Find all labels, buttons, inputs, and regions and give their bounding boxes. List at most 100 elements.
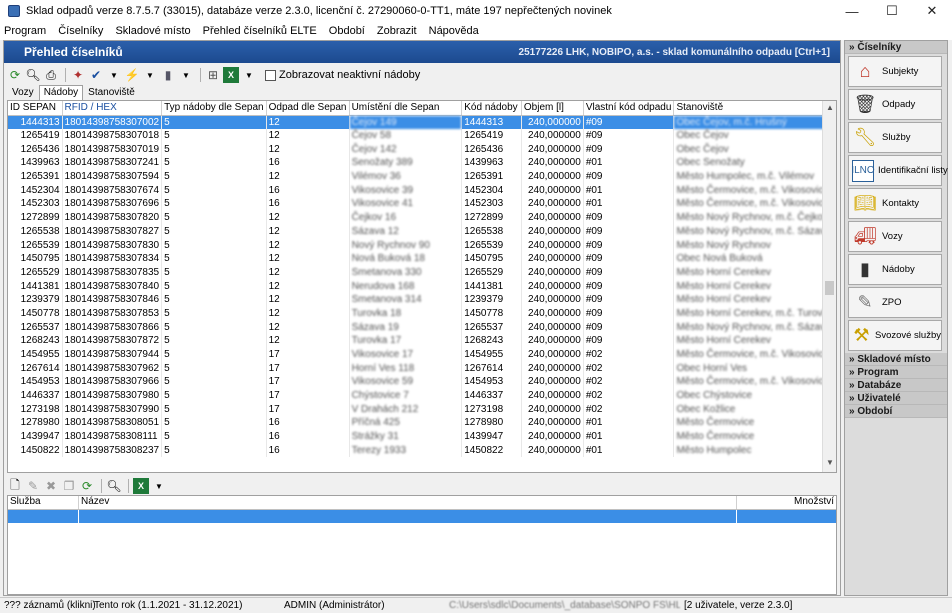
section-databaze[interactable]: » Databáze [845,379,947,392]
section-ciselniky[interactable]: » Číselníky [845,41,947,54]
table-cell: 1278980 [461,416,522,430]
nav-subjekty[interactable]: ⌂ Subjekty [848,56,942,87]
minimize-button[interactable]: — [832,0,872,22]
search-icon[interactable]: 🔍︎ [106,478,122,494]
table-row[interactable]: 1265539 18014398758307830 5 12 Nový Rychnov … [8,238,836,252]
excel-icon[interactable]: X [133,478,149,494]
tab-nadoby[interactable]: Nádoby [38,85,84,100]
bin-icon[interactable]: ▮ [160,67,176,83]
scrollbar-thumb[interactable] [825,281,834,295]
nav-sluzby[interactable]: 🔧︎ Služby [848,122,942,153]
column-header[interactable]: Typ nádoby dle Sepan [161,101,267,116]
column-header[interactable]: Objem [l] [521,101,584,116]
column-header[interactable]: Vlastní kód odpadu [583,101,675,116]
new-icon[interactable]: 🗋 [7,478,23,494]
column-header[interactable]: RFID / HEX [62,101,163,116]
refresh-icon[interactable]: ⟳ [7,67,23,83]
table-row[interactable]: 1450822 18014398758308237 5 16 Terezy 1933 14… [8,443,836,458]
tab-stanoviste[interactable]: Stanoviště [83,85,140,100]
column-header[interactable]: Kód nádoby [461,101,522,116]
tools-icon[interactable]: ✦ [70,67,86,83]
table-row[interactable]: 1450778 18014398758307853 5 12 Turovka 18 145… [8,306,836,321]
dropdown-arrow-icon[interactable]: ▼ [106,67,122,83]
table-row[interactable]: 1452304 18014398758307674 5 16 Vikosovice 39… [8,183,836,198]
table-row[interactable]: 1278980 18014398758308051 5 16 Příčná 425 127… [8,416,836,430]
section-program[interactable]: » Program [845,366,947,379]
table-row[interactable]: 1439947 18014398758308111 5 16 Strážky 31 143… [8,429,836,444]
table-cell: 240,000000 [521,306,584,321]
dropdown-arrow-icon[interactable]: ▼ [241,67,257,83]
table-row[interactable]: 1239379 18014398758307846 5 12 Smetanova 314… [8,292,836,307]
menu-skladove-misto[interactable]: Skladové místo [115,25,190,37]
close-button[interactable]: ✕ [912,0,952,22]
refresh-icon[interactable]: ⟳ [79,478,95,494]
menu-program[interactable]: Program [4,25,46,37]
search-icon[interactable]: 🔍︎ [25,67,41,83]
table-row[interactable]: 1265419 18014398758307018 5 12 Čejov 58 12654… [8,128,836,143]
check-icon[interactable]: ✔ [88,67,104,83]
section-uzivatele[interactable]: » Uživatelé [845,392,947,405]
dropdown-arrow-icon[interactable]: ▼ [151,478,167,494]
print-icon[interactable]: ⎙ [43,67,59,83]
table-row[interactable]: 1454955 18014398758307944 5 17 Vikosovice 17… [8,347,836,362]
scroll-down-icon[interactable]: ▼ [823,458,836,470]
nav-nadoby[interactable]: ▮ Nádoby [848,254,942,285]
nav-vozy[interactable]: 🚚︎ Vozy [848,221,942,252]
table-row[interactable]: 1444313 18014398758307002 5 12 Čejov 149 1444… [8,115,836,129]
table-cell: Obec Nová Buková [673,251,836,266]
col-sluzba[interactable]: Služba [8,496,79,509]
table-row[interactable]: 1265537 18014398758307866 5 12 Sázava 19 1265… [8,320,836,334]
status-records[interactable]: ??? záznamů (klikni) [0,600,96,611]
table-row[interactable]: 1265538 18014398758307827 5 12 Sázava 12 1265… [8,224,836,239]
table-cell: 1265529 [461,265,522,280]
hierarchy-icon[interactable]: ⊞ [205,67,221,83]
nav-svozove-sluzby[interactable]: ⚒ Svozové služby [848,320,942,351]
col-nazev[interactable]: Název [79,496,737,509]
menu-zobrazit[interactable]: Zobrazit [377,25,417,37]
nav-kontakty[interactable]: 📖︎ Kontakty [848,188,942,219]
column-header[interactable]: Stanoviště [673,101,836,116]
table-row[interactable]: 1265529 18014398758307835 5 12 Smetanova 330… [8,265,836,280]
table-cell: Město Horní Cerekev [673,265,836,280]
show-inactive-checkbox[interactable]: Zobrazovat neaktivní nádoby [265,69,420,81]
col-mnozstvi[interactable]: Množství [737,496,836,509]
lightning-icon[interactable]: ⚡ [124,67,140,83]
scroll-up-icon[interactable]: ▲ [823,103,836,115]
edit-icon[interactable]: ✎ [25,478,41,494]
vertical-scrollbar[interactable]: ▲ ▼ [822,101,836,472]
column-header[interactable]: ID SEPAN [8,101,63,116]
dropdown-arrow-icon[interactable]: ▼ [142,67,158,83]
table-row[interactable]: 1446337 18014398758307980 5 17 Chýstovice 71… [8,388,836,403]
tab-vozy[interactable]: Vozy [7,85,39,100]
table-row[interactable]: 1265436 18014398758307019 5 12 Čejov 142 1265… [8,142,836,157]
services-selected-row[interactable] [8,510,836,523]
nav-identifikacni-listy[interactable]: ILNO Identifikační listy [848,155,948,186]
table-row[interactable]: 1452303 18014398758307696 5 16 Vikosovice 41… [8,197,836,211]
menu-napoveda[interactable]: Nápověda [429,25,479,37]
table-row[interactable]: 1454953 18014398758307966 5 17 Vikosovice 59… [8,375,836,389]
section-obdobi[interactable]: » Období [845,405,947,418]
table-row[interactable]: 1272899 18014398758307820 5 12 Čejkov 16 1272… [8,210,836,225]
copy-icon[interactable]: ❐ [61,478,77,494]
table-row[interactable]: 1441381 18014398758307840 5 12 Nerudova 168 1… [8,279,836,293]
nav-odpady[interactable]: 🗑︎ Odpady [848,89,942,120]
section-skladove-misto[interactable]: » Skladové místo [845,353,947,366]
column-header[interactable]: Odpad dle Sepan [266,101,350,116]
menu-ciselniky[interactable]: Číselníky [58,25,103,37]
table-row[interactable]: 1439963 18014398758307241 5 16 Senožaty 389 1… [8,156,836,170]
table-row[interactable]: 1265391 18014398758307594 5 12 Vilémov 36 126… [8,169,836,184]
nav-zpo[interactable]: ✎ ZPO [848,287,942,318]
menu-prehled-elte[interactable]: Přehled číselníků ELTE [203,25,317,37]
table-row[interactable]: 1273198 18014398758307990 5 17 V Drahách 212… [8,402,836,417]
maximize-button[interactable]: ☐ [872,0,912,22]
table-cell: #09 [583,265,675,280]
table-row[interactable]: 1268243 18014398758307872 5 12 Turovka 17 126… [8,334,836,348]
column-header[interactable]: Umístění dle Sepan [349,101,463,116]
table-row[interactable]: 1267614 18014398758307962 5 17 Horní Ves 118… [8,361,836,376]
checkbox-box[interactable] [265,69,276,81]
delete-icon[interactable]: ✖ [43,478,59,494]
menu-obdobi[interactable]: Období [329,25,365,37]
table-row[interactable]: 1450795 18014398758307834 5 12 Nová Buková 1… [8,251,836,266]
excel-icon[interactable]: X [223,67,239,83]
dropdown-arrow-icon[interactable]: ▼ [178,67,194,83]
